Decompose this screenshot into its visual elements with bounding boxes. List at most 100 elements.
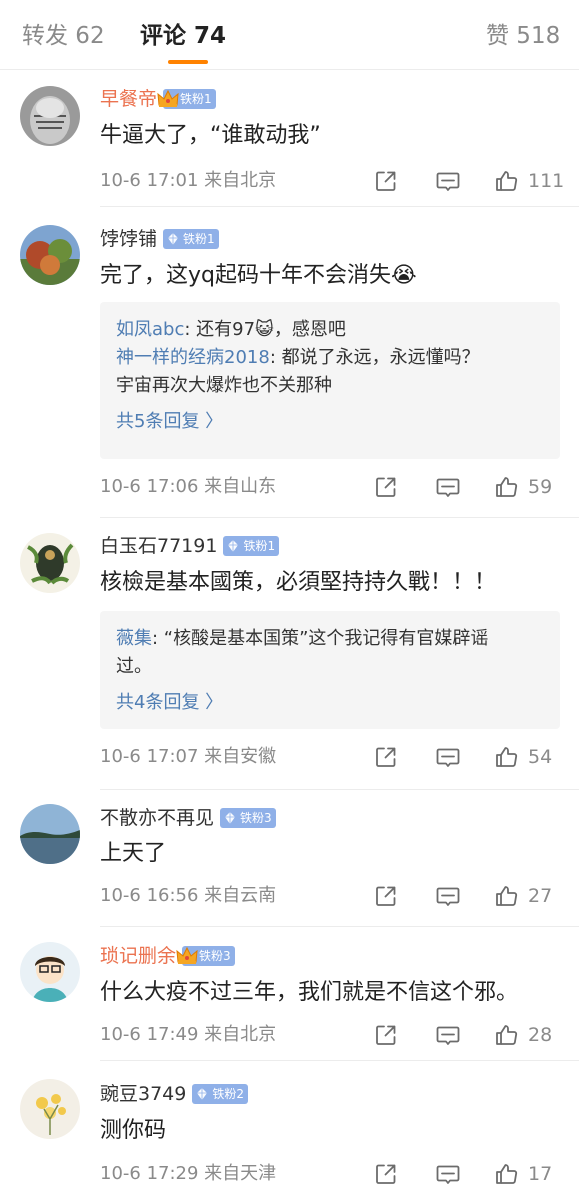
comment-item: 白玉石77191 铁粉1 核檢是基本國策，必須堅持持久戰！！！ 薇集: “核酸是… [0,518,579,790]
like-button[interactable]: 59 [494,473,552,501]
avatar[interactable] [20,86,80,146]
avatar[interactable] [20,1079,80,1139]
share-icon [376,477,396,497]
avatar[interactable] [20,225,80,285]
like-count: 59 [528,476,553,498]
share-icon [376,747,396,767]
reply-username[interactable]: 薇集 [116,628,152,649]
comment-tabs: 转发 62 评论 74 赞 518 [0,0,579,70]
like-button[interactable]: 28 [494,1021,552,1049]
reply-username[interactable]: 神一样的经病2018 [116,347,270,368]
active-tab-indicator [168,60,208,64]
comment-meta: 10-6 16:56 来自云南 [100,885,277,906]
share-button[interactable] [373,743,399,771]
avatar[interactable] [20,533,80,593]
comment-text: 测你码 [100,1118,167,1143]
username[interactable]: 豌豆3749 [100,1081,186,1107]
comment-icon [436,748,460,767]
reply-username[interactable]: 如凤abc [116,319,184,340]
comment-item: 早餐帝 铁粉1 牛逼大了，“谁敢动我” 10-6 17:01 来自北京 111 [0,70,579,207]
crown-icon [157,89,179,107]
comment-meta: 10-6 17:01 来自北京 [100,170,277,191]
fan-badge: 铁粉3 [176,946,235,966]
more-replies-link[interactable]: 共5条回复 〉 [116,408,544,436]
reply-button[interactable] [435,882,461,910]
username[interactable]: 早餐帝 [100,86,157,112]
tab-comments[interactable]: 评论 74 [140,20,226,52]
share-icon [376,886,396,906]
tab-likes[interactable]: 赞 518 [486,20,560,52]
reply-button[interactable] [435,167,461,195]
fan-badge: 铁粉2 [192,1084,248,1104]
diamond-icon [167,232,179,246]
avatar[interactable] [20,942,80,1002]
comment-meta: 10-6 17:07 来自安徽 [100,746,277,767]
like-count: 17 [528,1163,553,1185]
reply-button[interactable] [435,473,461,501]
like-count: 28 [528,1024,553,1046]
comment-meta: 10-6 17:06 来自山东 [100,476,277,497]
reply-preview[interactable]: 如凤abc: 还有97😺，感恩吧 神一样的经病2018: 都说了永远，永远懂吗？… [100,302,560,459]
like-button[interactable]: 27 [494,882,552,910]
reply-preview[interactable]: 薇集: “核酸是基本国策”这个我记得有官媒辟谣 过。 共4条回复 〉 [100,611,560,729]
reply-item-continued: 过。 [116,656,152,677]
username[interactable]: 饽饽铺 [100,226,157,252]
share-button[interactable] [373,167,399,195]
comment-icon [436,478,460,497]
comment-icon [436,1026,460,1045]
username[interactable]: 白玉石77191 [100,533,217,559]
comment-text: 牛逼大了，“谁敢动我” [100,123,321,148]
comment-icon [436,1165,460,1184]
crown-icon [176,946,198,964]
diamond-icon [196,1087,208,1101]
avatar[interactable] [20,804,80,864]
comment-icon [436,172,460,191]
comment-text: 上天了 [100,841,167,866]
like-button[interactable]: 17 [494,1160,552,1188]
like-count: 111 [528,170,565,192]
tab-repost[interactable]: 转发 62 [22,20,105,52]
share-button[interactable] [373,1021,399,1049]
share-button[interactable] [373,882,399,910]
diamond-icon [228,539,239,553]
like-count: 54 [528,746,553,768]
reply-item: 如凤abc: 还有97😺，感恩吧 [116,319,346,340]
diamond-icon [224,811,236,825]
reply-item: 神一样的经病2018: 都说了永远，永远懂吗？ [116,347,480,368]
comment-text: 什么大疫不过三年，我们就是不信这个邪。 [100,980,519,1005]
comment-meta: 10-6 17:29 来自天津 [100,1163,277,1184]
share-icon [376,1025,396,1045]
comment-item: 饽饽铺 铁粉1 完了，这yq起码十年不会消失😭 如凤abc: 还有97😺，感恩吧… [0,207,579,518]
more-replies-link[interactable]: 共4条回复 〉 [116,689,544,717]
share-button[interactable] [373,473,399,501]
like-icon [496,477,518,497]
reply-button[interactable] [435,1021,461,1049]
share-icon [376,171,396,191]
fan-badge: 铁粉3 [220,808,276,828]
comment-icon [436,887,460,906]
comment-item: 不散亦不再见 铁粉3 上天了 10-6 16:56 来自云南 27 [0,790,579,927]
reply-button[interactable] [435,743,461,771]
share-button[interactable] [373,1160,399,1188]
like-button[interactable]: 54 [494,743,552,771]
like-icon [496,1164,518,1184]
like-button[interactable]: 111 [494,167,564,195]
fan-badge: 铁粉1 [223,536,280,556]
share-icon [376,1164,396,1184]
username[interactable]: 琐记删余 [100,943,176,969]
comment-meta: 10-6 17:49 来自北京 [100,1024,277,1045]
fan-badge: 铁粉1 [163,229,219,249]
fan-badge: 铁粉1 [157,89,216,109]
like-icon [496,171,518,191]
username[interactable]: 不散亦不再见 [100,805,214,831]
comment-text: 核檢是基本國策，必須堅持持久戰！！！ [100,570,497,595]
comment-item: 豌豆3749 铁粉2 测你码 10-6 17:29 来自天津 17 [0,1061,579,1200]
comment-text: 完了，这yq起码十年不会消失😭 [100,263,417,288]
reply-item: 薇集: “核酸是基本国策”这个我记得有官媒辟谣 [116,628,489,649]
like-count: 27 [528,885,553,907]
reply-button[interactable] [435,1160,461,1188]
comment-item: 琐记删余 铁粉3 什么大疫不过三年，我们就是不信这个邪。 10-6 17:49 … [0,927,579,1061]
like-icon [496,747,518,767]
reply-item-continued: 宇宙再次大爆炸也不关那种 [116,375,332,396]
like-icon [496,1025,518,1045]
